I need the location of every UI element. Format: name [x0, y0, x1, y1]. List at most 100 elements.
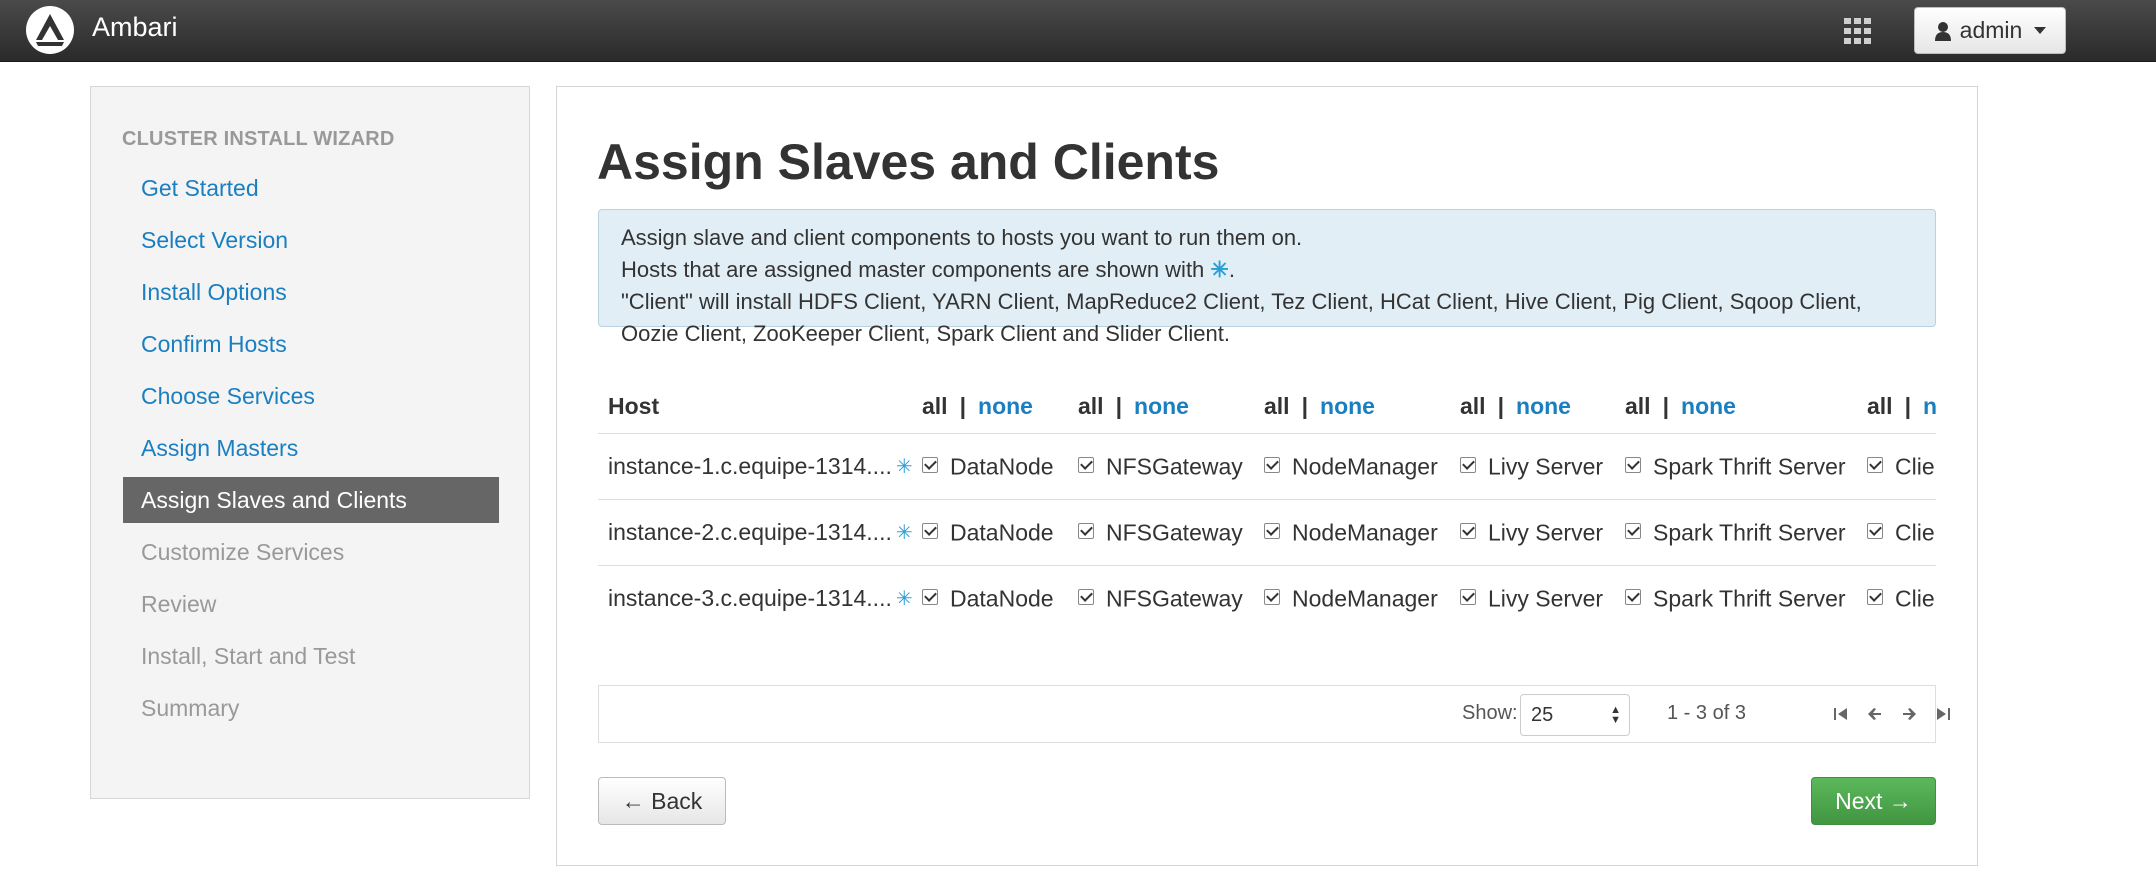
step-select-version[interactable]: Select Version [123, 214, 499, 266]
ambari-logo-icon[interactable] [26, 6, 74, 54]
top-navbar: Ambari admin [0, 0, 2156, 62]
nodemanager-cell[interactable]: NodeManager [1264, 565, 1460, 631]
first-page-icon[interactable] [1829, 700, 1853, 728]
nodemanager-cell[interactable]: NodeManager [1264, 499, 1460, 566]
host-cell: instance-3.c.equipe-1314.... ✳ [598, 565, 922, 631]
master-star-icon: ✳ [1210, 257, 1229, 282]
nodemanager-checkbox[interactable] [1264, 588, 1280, 605]
step-confirm-hosts[interactable]: Confirm Hosts [123, 318, 499, 370]
host-cell: instance-2.c.equipe-1314.... ✳ [598, 499, 922, 566]
client-checkbox[interactable] [1867, 456, 1883, 473]
step-get-started[interactable]: Get Started [123, 162, 499, 214]
select-all-link[interactable]: all [922, 393, 948, 419]
datanode-cell[interactable]: DataNode [922, 565, 1078, 631]
nodemanager-checkbox[interactable] [1264, 522, 1280, 539]
select-none-link[interactable]: none [978, 393, 1033, 419]
master-star-icon: ✳ [895, 456, 913, 479]
step-install-start-test: Install, Start and Test [141, 643, 356, 669]
spark-thrift-cell[interactable]: Spark Thrift Server [1625, 433, 1867, 500]
spark-thrift-cell[interactable]: Spark Thrift Server [1625, 565, 1867, 631]
table-header-row: Host all | none all | none all | none all | none… [598, 377, 1936, 434]
client-checkbox[interactable] [1867, 588, 1883, 605]
nodemanager-checkbox[interactable] [1264, 456, 1280, 473]
select-all-link[interactable]: all [1264, 393, 1290, 419]
step-choose-services[interactable]: Choose Services [123, 370, 499, 422]
spark-thrift-checkbox[interactable] [1625, 588, 1641, 605]
step-assign-masters[interactable]: Assign Masters [123, 422, 499, 474]
wizard-title: CLUSTER INSTALL WIZARD [122, 128, 395, 150]
grid-icon[interactable] [1842, 16, 1874, 46]
datanode-cell[interactable]: DataNode [922, 499, 1078, 566]
select-none-link[interactable]: none [1516, 393, 1571, 419]
nfsgateway-cell[interactable]: NFSGateway [1078, 499, 1264, 566]
wizard-sidebar: CLUSTER INSTALL WIZARD Get Started Selec… [90, 86, 530, 799]
spark-thrift-checkbox[interactable] [1625, 522, 1641, 539]
prev-page-icon[interactable] [1863, 700, 1887, 728]
table-row: instance-3.c.equipe-1314.... ✳ DataNode N… [598, 565, 1936, 631]
select-none-link[interactable]: none [1320, 393, 1375, 419]
master-star-icon: ✳ [895, 588, 913, 611]
info-line-1: Assign slave and client components to ho… [621, 225, 1303, 250]
host-name: instance-2.c.equipe-1314.... [608, 519, 892, 546]
livy-cell[interactable]: Livy Server [1460, 433, 1625, 500]
select-none-link[interactable]: none [1923, 393, 1936, 419]
spark-thrift-column-header: all | none [1625, 377, 1867, 434]
step-summary: Summary [141, 695, 240, 721]
select-all-link[interactable]: all [1625, 393, 1651, 419]
master-star-icon: ✳ [895, 522, 913, 545]
step-assign-slaves-clients: Assign Slaves and Clients [123, 477, 499, 523]
nfsgateway-checkbox[interactable] [1078, 588, 1094, 605]
host-cell: instance-1.c.equipe-1314.... ✳ [598, 433, 922, 500]
caret-down-icon [2034, 27, 2047, 34]
client-checkbox[interactable] [1867, 522, 1883, 539]
select-all-link[interactable]: all [1867, 393, 1893, 419]
user-icon [1934, 21, 1951, 41]
select-none-link[interactable]: none [1134, 393, 1189, 419]
next-button[interactable]: Next → [1811, 777, 1936, 825]
select-arrows-icon: ▲ ▼ [1610, 704, 1621, 726]
host-name: instance-1.c.equipe-1314.... [608, 453, 892, 480]
host-name: instance-3.c.equipe-1314.... [608, 585, 892, 612]
host-column-header: Host [598, 377, 922, 434]
app-title[interactable]: Ambari [92, 12, 178, 43]
client-cell[interactable]: Client [1867, 499, 1936, 566]
select-all-link[interactable]: all [1078, 393, 1104, 419]
page-title: Assign Slaves and Clients [597, 134, 1220, 190]
livy-checkbox[interactable] [1460, 522, 1476, 539]
livy-cell[interactable]: Livy Server [1460, 565, 1625, 631]
spark-thrift-checkbox[interactable] [1625, 456, 1641, 473]
datanode-checkbox[interactable] [922, 522, 938, 539]
nfsgateway-checkbox[interactable] [1078, 522, 1094, 539]
livy-checkbox[interactable] [1460, 588, 1476, 605]
nodemanager-cell[interactable]: NodeManager [1264, 433, 1460, 500]
main-panel: Assign Slaves and Clients Assign slave a… [556, 86, 1978, 866]
next-page-icon[interactable] [1897, 700, 1921, 728]
livy-column-header: all | none [1460, 377, 1625, 434]
nodemanager-column-header: all | none [1264, 377, 1460, 434]
client-cell[interactable]: Client [1867, 565, 1936, 631]
back-button[interactable]: ← Back [598, 777, 726, 825]
spark-thrift-cell[interactable]: Spark Thrift Server [1625, 499, 1867, 566]
datanode-cell[interactable]: DataNode [922, 433, 1078, 500]
nfsgateway-cell[interactable]: NFSGateway [1078, 433, 1264, 500]
step-install-options[interactable]: Install Options [123, 266, 499, 318]
table-pager: Show: 25 ▲ ▼ 1 - 3 of 3 [598, 685, 1950, 743]
datanode-checkbox[interactable] [922, 456, 938, 473]
livy-cell[interactable]: Livy Server [1460, 499, 1625, 566]
client-cell[interactable]: Client [1867, 433, 1936, 500]
client-column-header: all|none [1867, 377, 1936, 434]
livy-checkbox[interactable] [1460, 456, 1476, 473]
nfsgateway-checkbox[interactable] [1078, 456, 1094, 473]
nfsgateway-cell[interactable]: NFSGateway [1078, 565, 1264, 631]
datanode-column-header: all | none [922, 377, 1078, 434]
page-range: 1 - 3 of 3 [1667, 702, 1746, 724]
user-menu-button[interactable]: admin [1914, 7, 2066, 54]
select-all-link[interactable]: all [1460, 393, 1486, 419]
datanode-checkbox[interactable] [922, 588, 938, 605]
page-size-select[interactable]: 25 ▲ ▼ [1520, 694, 1630, 736]
info-alert: Assign slave and client components to ho… [598, 209, 1936, 346]
nfsgateway-column-header: all | none [1078, 377, 1264, 434]
step-customize-services: Customize Services [141, 539, 345, 565]
last-page-icon[interactable] [1931, 700, 1955, 728]
select-none-link[interactable]: none [1681, 393, 1736, 419]
